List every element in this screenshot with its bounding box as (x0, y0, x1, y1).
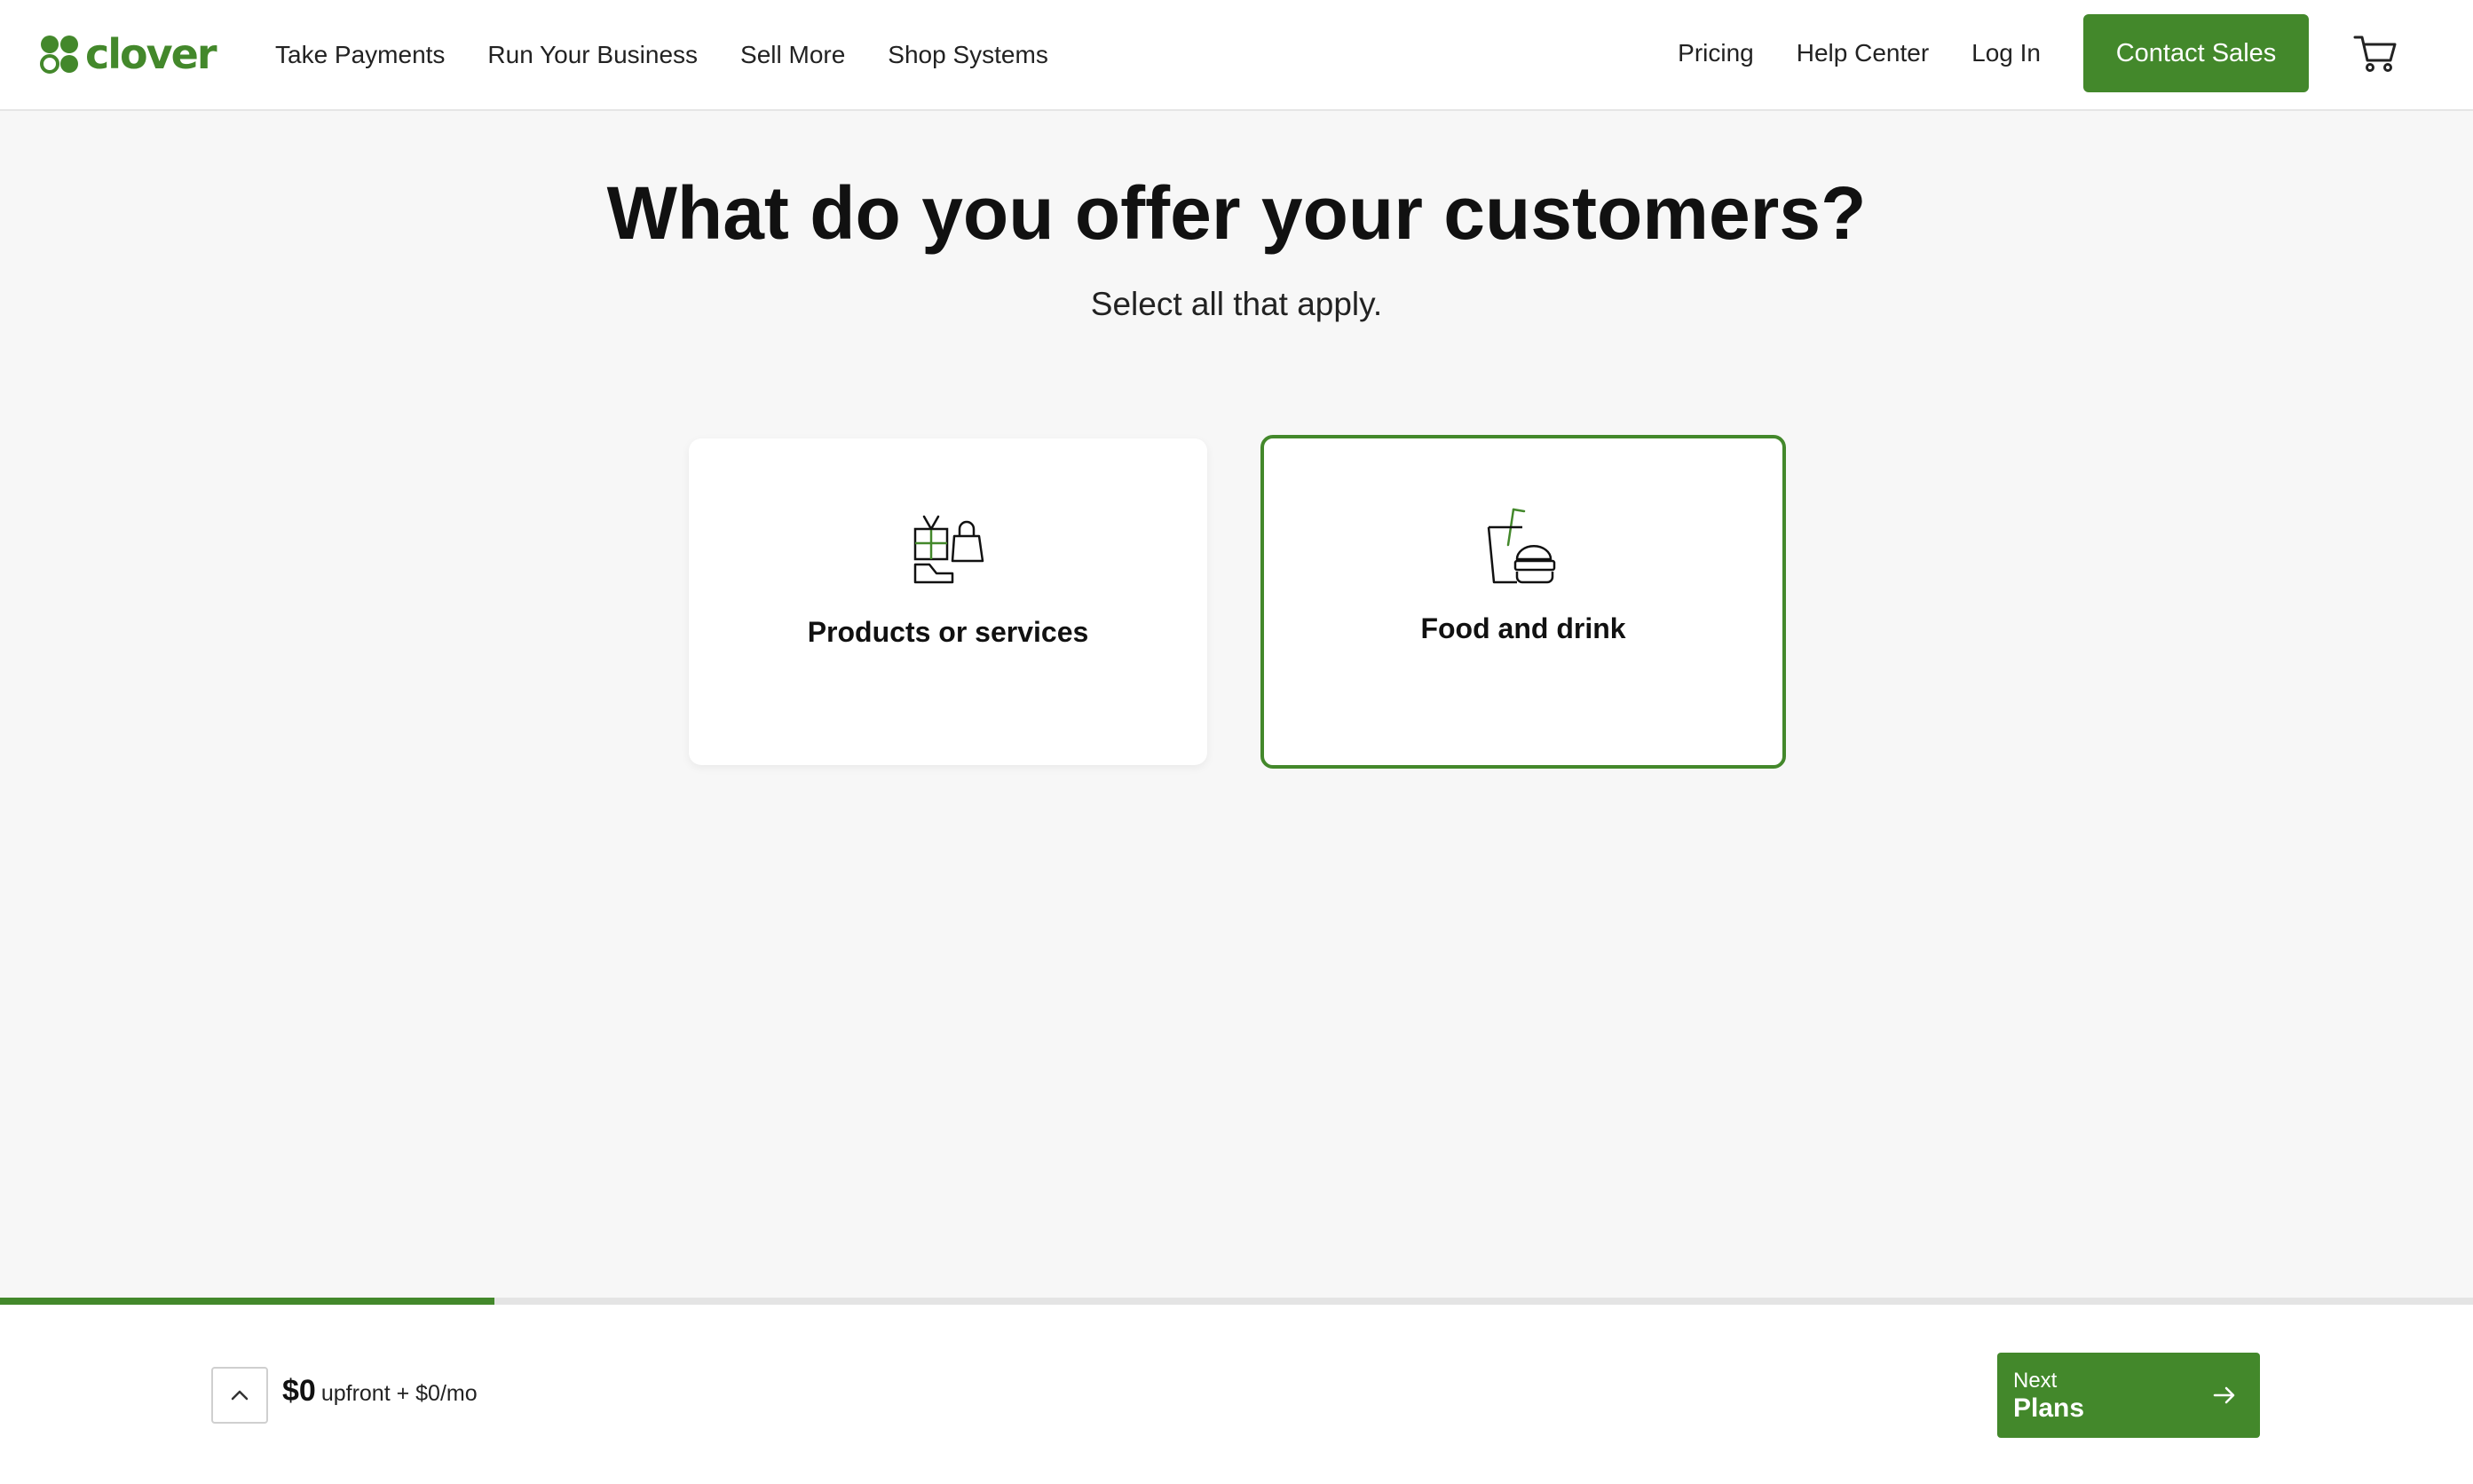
nav-pricing[interactable]: Pricing (1678, 39, 1754, 67)
chevron-up-icon (231, 1390, 249, 1401)
price-detail: upfront + $0/mo (320, 1381, 478, 1406)
clover-logo[interactable]: clover (39, 30, 217, 78)
page-subtitle: Select all that apply. (1090, 286, 1383, 322)
cart-button[interactable] (2351, 29, 2399, 77)
progress-fill (0, 1298, 495, 1305)
expand-summary-button[interactable] (211, 1367, 268, 1424)
nav-sell-more[interactable]: Sell More (740, 36, 845, 75)
drink-burger-icon (1487, 508, 1556, 584)
secondary-nav: Pricing Help Center Log In Contact Sales (1635, 14, 2399, 92)
page-title: What do you offer your customers? (606, 171, 1867, 255)
nav-shop-systems[interactable]: Shop Systems (888, 36, 1048, 75)
gift-bag-icon (913, 515, 984, 584)
option-label: Products or services (807, 616, 1089, 648)
option-card-food-and-drink[interactable]: Food and drink (1260, 435, 1786, 769)
shopping-cart-icon (2353, 36, 2397, 72)
checkout-footer: $0 upfront + $0/mo Next Plans (0, 1305, 2473, 1484)
arrow-right-icon (2213, 1386, 2235, 1404)
price-summary: $0 upfront + $0/mo (282, 1374, 478, 1409)
option-card-products-or-services[interactable]: Products or services (689, 438, 1207, 765)
contact-sales-button[interactable]: Contact Sales (2083, 14, 2309, 92)
top-navigation-bar: clover Take Payments Run Your Business S… (0, 0, 2473, 111)
primary-nav: Take Payments Run Your Business Sell Mor… (275, 36, 1091, 75)
nav-run-your-business[interactable]: Run Your Business (487, 36, 698, 75)
next-step-label: Plans (2013, 1393, 2085, 1423)
next-label: Next (2013, 1369, 2058, 1393)
nav-help-center[interactable]: Help Center (1797, 39, 1929, 67)
next-plans-button[interactable]: Next Plans (1997, 1353, 2260, 1438)
clover-leaf-icon (40, 36, 78, 74)
nav-take-payments[interactable]: Take Payments (275, 36, 445, 75)
option-label: Food and drink (1420, 612, 1626, 644)
price-amount: $0 (282, 1374, 316, 1408)
logo-text: clover (85, 30, 217, 78)
progress-bar (0, 1298, 2473, 1305)
nav-log-in[interactable]: Log In (1971, 39, 2041, 67)
